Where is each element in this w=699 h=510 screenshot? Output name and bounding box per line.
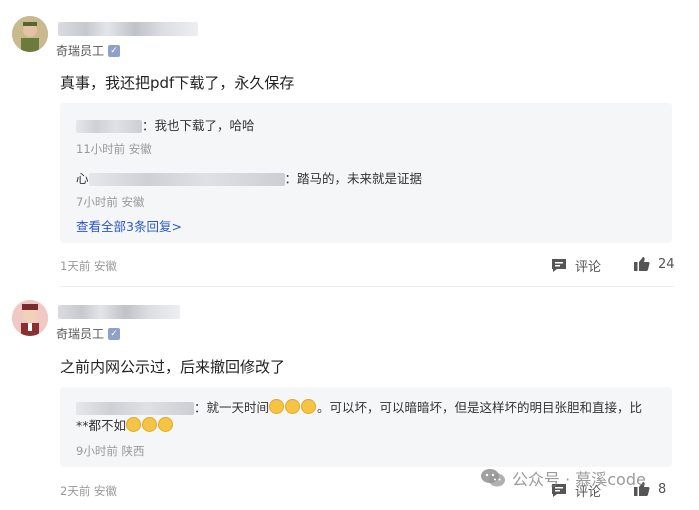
username-blurred[interactable] bbox=[58, 22, 198, 36]
comment-icon bbox=[552, 259, 566, 272]
comment-meta: 1天前 安徽 bbox=[60, 259, 117, 273]
wechat-icon bbox=[481, 469, 505, 487]
role-label: 奇瑞员工 bbox=[56, 44, 105, 58]
comment-content: 之前内网公示过，后来撤回修改了 bbox=[60, 358, 286, 376]
emoji-icon bbox=[269, 399, 285, 414]
reply-1-text: ：我也下载了，哈哈 bbox=[76, 115, 255, 134]
thumbs-up-icon bbox=[634, 257, 650, 271]
reply-2-text: 心：踏马的，未来就是证据 bbox=[76, 171, 423, 186]
user-role: 奇瑞员工 ✓ bbox=[56, 325, 121, 342]
reply-box: ：就一天时间 。可以坏，可以暗暗坏，但是这样坏的明目张胆和直接，比 **都不如 9… bbox=[60, 387, 672, 467]
emoji-icon bbox=[126, 417, 142, 432]
comment-meta: 2天前 安徽 bbox=[60, 484, 117, 498]
reply-1-text-line2: **都不如 bbox=[76, 415, 174, 434]
reply-1-meta: 9小时前 陕西 bbox=[76, 444, 145, 458]
verified-icon: ✓ bbox=[108, 44, 121, 57]
reply-username-blurred[interactable] bbox=[76, 402, 194, 415]
watermark: 公众号 · 慕溪code bbox=[480, 466, 646, 490]
avatar[interactable] bbox=[12, 16, 48, 52]
view-all-replies-link[interactable]: 查看全部3条回复> bbox=[76, 216, 182, 235]
comment-content: 真事，我还把pdf下载了，永久保存 bbox=[60, 74, 295, 92]
verified-icon: ✓ bbox=[108, 327, 121, 340]
emoji-icon bbox=[142, 417, 158, 432]
role-label: 奇瑞员工 bbox=[56, 327, 105, 341]
comment-label: 评论 bbox=[575, 260, 602, 275]
emoji-icon bbox=[158, 417, 174, 432]
emoji-icon bbox=[285, 399, 301, 414]
like-count: 8 bbox=[658, 481, 667, 497]
reply-username-blurred[interactable] bbox=[76, 120, 142, 133]
comment-button[interactable]: 评论 bbox=[551, 256, 601, 275]
reply-1-meta: 11小时前 安徽 bbox=[76, 142, 152, 156]
avatar[interactable] bbox=[12, 300, 48, 336]
user-role: 奇瑞员工 ✓ bbox=[56, 42, 121, 59]
reply-1-text: ：就一天时间 。可以坏，可以暗暗坏，但是这样坏的明目张胆和直接，比 bbox=[76, 397, 642, 416]
watermark-text: 公众号 · 慕溪code bbox=[512, 470, 646, 489]
emoji-icon bbox=[301, 399, 317, 414]
username-blurred[interactable] bbox=[58, 305, 180, 319]
reply-username-blurred[interactable] bbox=[88, 173, 285, 186]
reply-box: ：我也下载了，哈哈 11小时前 安徽 心：踏马的，未来就是证据 7小时前 安徽 … bbox=[60, 103, 672, 243]
like-button[interactable]: 24 bbox=[633, 256, 675, 272]
divider bbox=[60, 286, 674, 287]
like-count: 24 bbox=[658, 256, 675, 272]
reply-2-meta: 7小时前 安徽 bbox=[76, 195, 145, 209]
